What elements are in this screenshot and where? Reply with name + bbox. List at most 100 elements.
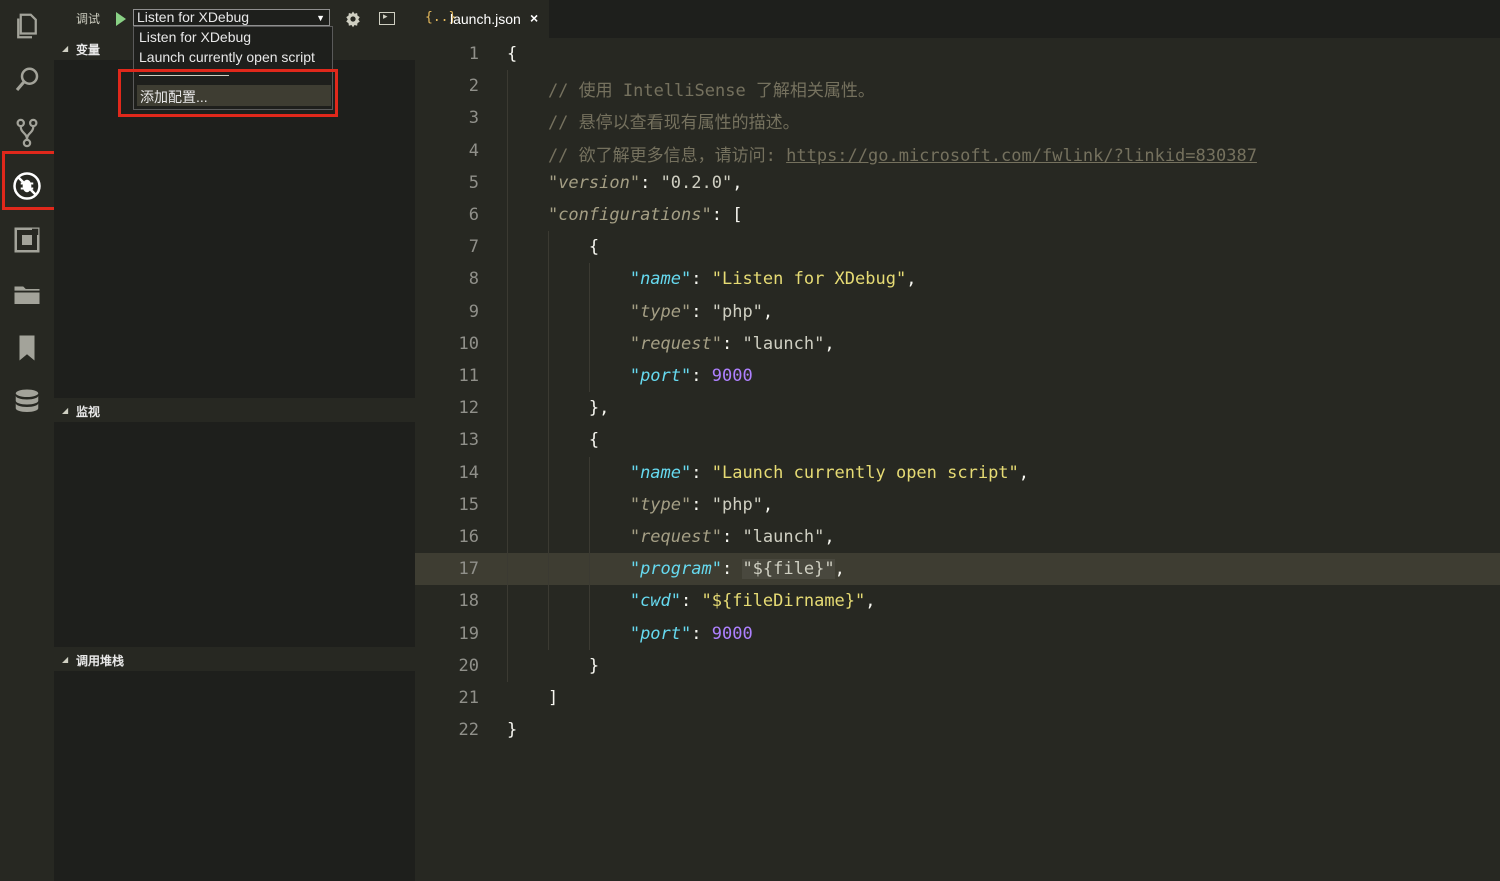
bookmark-icon[interactable] xyxy=(9,330,45,366)
indent-guide xyxy=(589,456,590,650)
code-text: // 使用 IntelliSense 了解相关属性。 xyxy=(507,76,875,101)
code-token: // 悬停以查看现有属性的描述。 xyxy=(507,113,800,134)
code-line[interactable]: 10 "request": "launch", xyxy=(415,328,1500,360)
line-number: 6 xyxy=(468,205,479,225)
code-line[interactable]: 4 // 欲了解更多信息，请访问: https://go.microsoft.c… xyxy=(415,135,1500,167)
line-number: 22 xyxy=(458,720,479,741)
code-line[interactable]: 20 } xyxy=(415,650,1500,682)
code-line[interactable]: 9 "type": "php", xyxy=(415,296,1500,328)
activity-bar xyxy=(0,0,59,881)
start-debugging-button[interactable] xyxy=(116,12,126,26)
code-token: { xyxy=(507,237,600,258)
database-icon[interactable] xyxy=(9,384,45,420)
code-token: "php" xyxy=(711,494,763,515)
code-token: "launch" xyxy=(742,333,825,354)
code-text: ] xyxy=(507,688,558,708)
code-line[interactable]: 14 "name": "Launch currently open script… xyxy=(415,457,1500,489)
gear-icon[interactable] xyxy=(344,10,362,28)
code-line[interactable]: 5 "version": "0.2.0", xyxy=(415,167,1500,199)
code-token: { xyxy=(507,44,518,64)
watch-section-header[interactable]: ◢ 监视 xyxy=(54,398,415,422)
code-token: "request" xyxy=(629,333,722,354)
close-icon[interactable]: × xyxy=(530,10,538,26)
dropdown-option[interactable]: Listen for XDebug xyxy=(139,29,251,45)
code-token: : xyxy=(691,269,712,290)
tab-label: launch.json xyxy=(450,11,521,27)
code-token: "name" xyxy=(629,269,692,290)
explorer-icon[interactable] xyxy=(9,8,45,44)
code-line[interactable]: 8 "name": "Listen for XDebug", xyxy=(415,263,1500,295)
code-line[interactable]: 13 { xyxy=(415,424,1500,456)
line-number: 4 xyxy=(468,140,479,161)
code-text: "name": "Launch currently open script", xyxy=(507,463,1029,483)
indent-guide xyxy=(507,70,508,682)
code-line[interactable]: 16 "request": "launch", xyxy=(415,521,1500,553)
line-number: 16 xyxy=(458,527,479,547)
code-token: "port" xyxy=(629,623,692,644)
debug-icon-highlight xyxy=(2,151,59,210)
launch-config-select[interactable]: Listen for XDebug ▼ xyxy=(133,9,330,26)
code-token: : xyxy=(721,527,743,547)
code-line[interactable]: 11 "port": 9000 xyxy=(415,360,1500,392)
code-line[interactable]: 3 // 悬停以查看现有属性的描述。 xyxy=(415,102,1500,134)
line-number: 19 xyxy=(458,623,479,644)
code-line[interactable]: 19 "port": 9000 xyxy=(415,618,1500,650)
line-number: 7 xyxy=(468,237,479,258)
code-line[interactable]: 2 // 使用 IntelliSense 了解相关属性。 xyxy=(415,70,1500,102)
search-icon[interactable] xyxy=(9,62,45,98)
code-token: "cwd" xyxy=(629,591,682,612)
code-line[interactable]: 18 "cwd": "${fileDirname}", xyxy=(415,585,1500,617)
code-token: , xyxy=(1018,462,1030,483)
watch-section-title: 监视 xyxy=(76,405,101,419)
line-number: 11 xyxy=(458,366,479,386)
code-token: : xyxy=(691,623,712,644)
line-number: 12 xyxy=(458,398,479,419)
code-token: }, xyxy=(507,398,610,419)
dropdown-option[interactable]: Launch currently open script xyxy=(139,49,315,65)
code-token: "launch" xyxy=(742,527,825,547)
line-number: 17 xyxy=(458,559,479,580)
code-line[interactable]: 1{ xyxy=(415,38,1500,70)
code-line[interactable]: 7 { xyxy=(415,231,1500,263)
extensions-icon[interactable] xyxy=(9,222,45,258)
folder-icon[interactable] xyxy=(9,276,45,312)
tab-launch-json[interactable]: {..} launch.json × xyxy=(415,0,549,38)
code-line[interactable]: 6 "configurations": [ xyxy=(415,199,1500,231)
variables-section-title: 变量 xyxy=(76,43,101,57)
line-number: 1 xyxy=(468,44,479,64)
code-token: : xyxy=(691,366,712,386)
code-token: "Launch currently open script" xyxy=(711,462,1019,483)
code-token: : xyxy=(721,559,743,580)
code-token: } xyxy=(507,720,518,741)
code-line[interactable]: 21 ] xyxy=(415,682,1500,714)
code-text: }, xyxy=(507,398,609,418)
code-token: "type" xyxy=(629,301,692,322)
code-token: "0.2.0" xyxy=(660,172,733,193)
code-line[interactable]: 15 "type": "php", xyxy=(415,489,1500,521)
debug-console-icon[interactable]: ▸ xyxy=(379,11,395,25)
source-control-icon[interactable] xyxy=(9,115,45,151)
code-line[interactable]: 22} xyxy=(415,714,1500,746)
code-token: 9000 xyxy=(711,366,753,386)
code-area[interactable]: 1{2 // 使用 IntelliSense 了解相关属性。 3 // 悬停以查看… xyxy=(415,38,1500,881)
code-token: { xyxy=(507,430,600,451)
code-token: "php" xyxy=(711,301,763,322)
line-number: 5 xyxy=(468,172,479,193)
code-text: "cwd": "${fileDirname}", xyxy=(507,591,876,611)
code-text: "version": "0.2.0", xyxy=(507,172,743,193)
code-text: "type": "php", xyxy=(507,495,773,515)
call-stack-section-header[interactable]: ◢ 调用堆栈 xyxy=(54,647,415,671)
code-line[interactable]: 17 "program": "${file}", xyxy=(415,553,1500,586)
code-token: : xyxy=(691,462,712,483)
chevron-down-icon: ▼ xyxy=(316,13,325,23)
code-line[interactable]: 12 }, xyxy=(415,392,1500,424)
code-token: } xyxy=(507,655,600,676)
code-text: { xyxy=(507,44,517,64)
